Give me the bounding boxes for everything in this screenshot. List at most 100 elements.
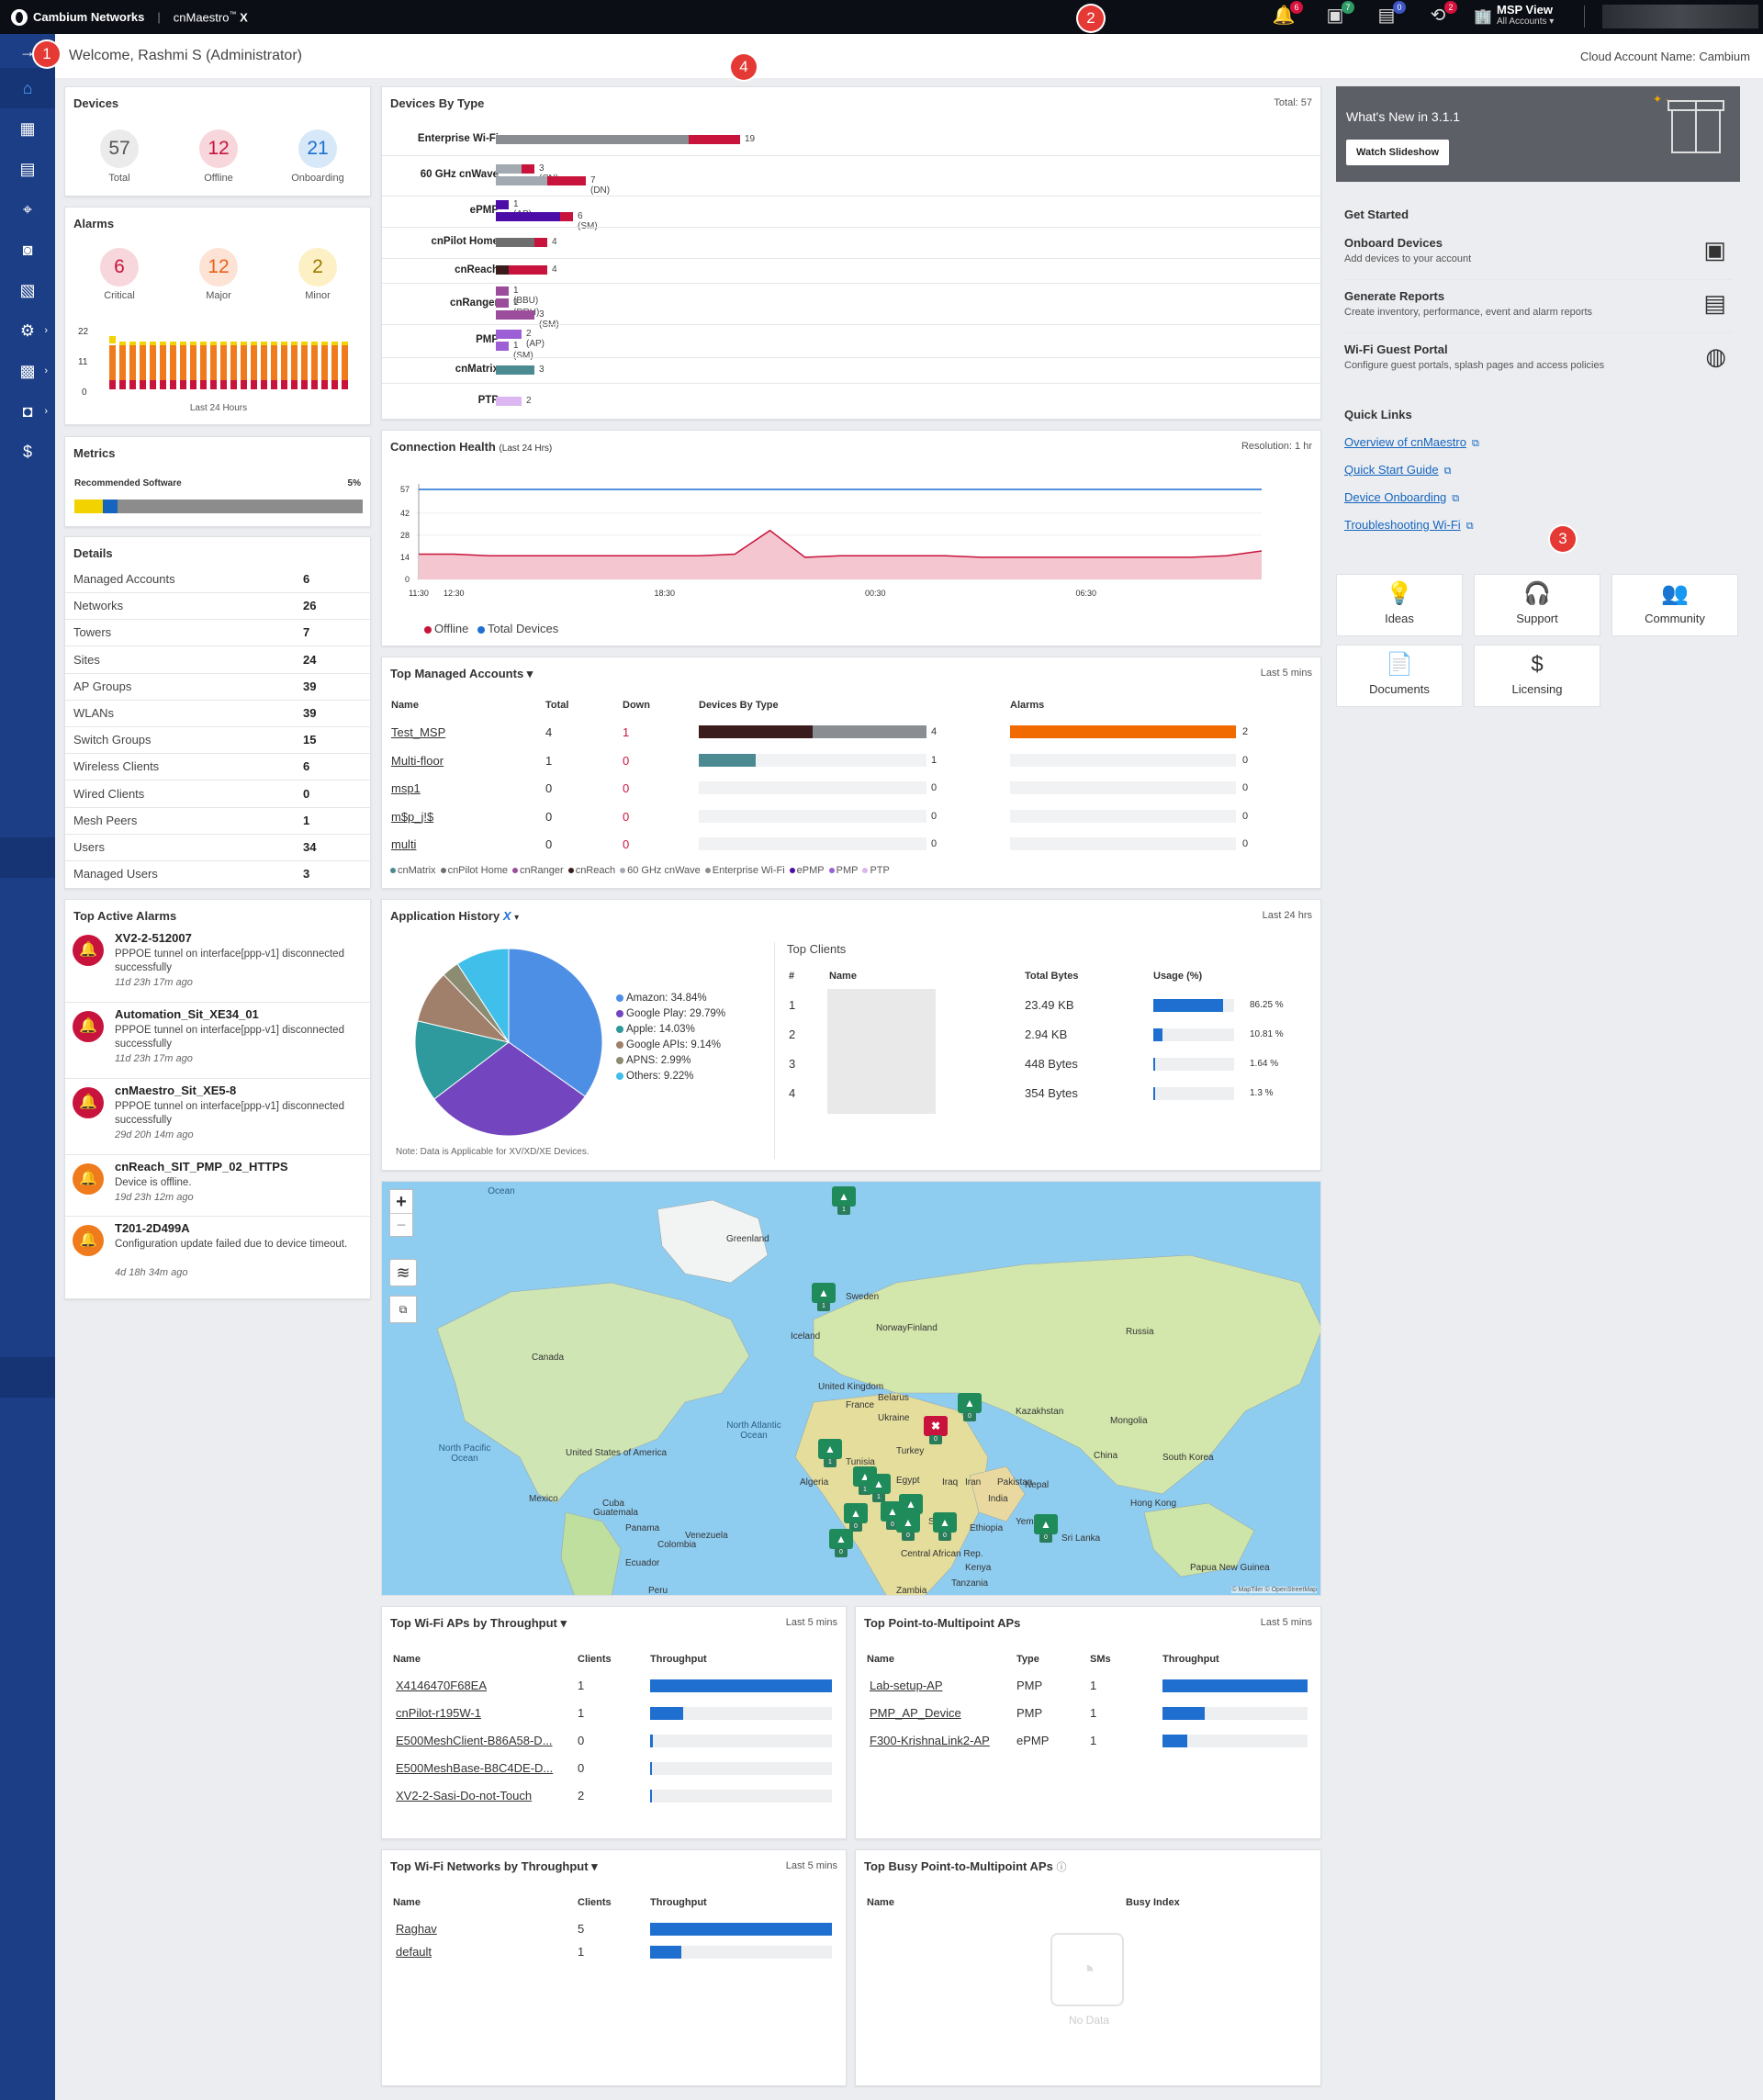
pie-legend-item[interactable]: Google Play: 29.79% xyxy=(616,1006,725,1022)
device-updates-icon[interactable]: ▣ 7 xyxy=(1323,1,1354,28)
tile-community[interactable]: 👥 Community xyxy=(1611,574,1738,636)
managed-account-link[interactable]: msp1 xyxy=(391,781,421,795)
details-row[interactable]: AP Groups 39 xyxy=(65,679,372,701)
map-device-pin[interactable]: ▲ 1 xyxy=(832,1186,856,1215)
zoom-out-button[interactable]: − xyxy=(390,1214,412,1237)
map-device-pin[interactable]: ▲0 xyxy=(896,1512,920,1541)
managed-account-link[interactable]: Test_MSP xyxy=(391,725,445,739)
details-row[interactable]: Switch Groups 15 xyxy=(65,733,372,755)
sidebar-item-licensing-icon[interactable]: $ xyxy=(0,432,55,472)
notifications-bell-icon[interactable]: 🔔 6 xyxy=(1272,1,1303,28)
devices-offline-circle[interactable]: 12 xyxy=(199,129,238,168)
alarms-critical-circle[interactable]: 6 xyxy=(100,248,139,286)
map-device-pin[interactable]: ▲ 1 xyxy=(818,1439,842,1467)
sidebar-item-monitor-icon[interactable]: ▦ xyxy=(0,108,55,149)
details-row[interactable]: Wired Clients 0 xyxy=(65,787,372,808)
devices-total-circle[interactable]: 57 xyxy=(100,129,139,168)
device-name-link[interactable]: X4146470F68EA xyxy=(396,1679,487,1692)
quick-link[interactable]: Device Onboarding ⧉ xyxy=(1344,490,1459,505)
details-row[interactable]: Towers 7 xyxy=(65,625,372,647)
managed-account-link[interactable]: m$p_j!$ xyxy=(391,810,433,824)
recommended-software-bar[interactable] xyxy=(74,500,363,513)
map-device-pin[interactable]: ▲0 xyxy=(829,1529,853,1557)
quick-link[interactable]: Overview of cnMaestro ⧉ xyxy=(1344,435,1479,450)
pie-legend-item[interactable]: Amazon: 34.84% xyxy=(616,991,725,1006)
quick-link-text[interactable]: Quick Start Guide xyxy=(1344,463,1439,477)
quick-link[interactable]: Quick Start Guide ⧉ xyxy=(1344,463,1451,477)
sidebar-item-inventory-icon[interactable]: ▤ xyxy=(0,149,55,189)
device-name-link[interactable]: E500MeshBase-B8C4DE-D... xyxy=(396,1761,553,1775)
sidebar-item-home-icon[interactable]: ⌂ xyxy=(0,68,55,108)
managed-account-link[interactable]: Multi-floor xyxy=(391,754,444,768)
top-managed-accounts-dropdown[interactable]: Top Managed Accounts ▾ xyxy=(390,667,533,681)
zoom-in-button[interactable]: + xyxy=(390,1190,412,1214)
msp-view-selector[interactable]: MSP View All Accounts ▾ xyxy=(1497,4,1554,28)
tile-ideas[interactable]: 💡 Ideas xyxy=(1336,574,1463,636)
brand[interactable]: Cambium Networks | cnMaestro™ X xyxy=(0,8,248,26)
details-row[interactable]: Wireless Clients 6 xyxy=(65,759,372,781)
get-started-item[interactable]: Onboard Devices Add devices to your accou… xyxy=(1336,234,1740,282)
map-device-pin[interactable]: ▲0 xyxy=(958,1393,982,1421)
details-row[interactable]: Managed Accounts 6 xyxy=(65,572,372,593)
app-history-dropdown-chevron-icon[interactable]: ▾ xyxy=(514,913,519,923)
details-row[interactable]: WLANs 39 xyxy=(65,706,372,727)
pie-legend-item[interactable]: Others: 9.22% xyxy=(616,1069,725,1084)
sidebar-item-reports-icon[interactable]: ▧ xyxy=(0,270,55,310)
legend-item[interactable]: cnMatrix xyxy=(390,865,436,876)
x-logo-icon[interactable]: X xyxy=(503,909,511,923)
device-name-link[interactable]: XV2-2-Sasi-Do-not-Touch xyxy=(396,1789,532,1802)
watch-slideshow-button[interactable]: Watch Slideshow xyxy=(1346,140,1450,165)
alarms-minor-circle[interactable]: 2 xyxy=(298,248,337,286)
sidebar-item-location-icon[interactable]: ⌖ xyxy=(0,189,55,230)
sidebar-item-services-icon[interactable]: ◘ › xyxy=(0,391,55,432)
device-map[interactable]: + − ≋ ⧉ Greenland Iceland Norway Finland Swe… xyxy=(381,1181,1321,1596)
legend-item[interactable]: Enterprise Wi-Fi xyxy=(704,865,785,876)
device-name-link[interactable]: F300-KrishnaLink2-AP xyxy=(870,1734,990,1747)
jobs-console-icon[interactable]: ▤ 0 xyxy=(1375,1,1406,28)
details-row[interactable]: Mesh Peers 1 xyxy=(65,814,372,835)
alarms-major-circle[interactable]: 12 xyxy=(199,248,238,286)
legend-item[interactable]: cnRanger xyxy=(511,865,564,876)
get-started-item[interactable]: Generate Reports Create inventory, perfor… xyxy=(1336,287,1740,335)
user-menu-blurred[interactable] xyxy=(1602,5,1758,28)
map-expand-icon[interactable]: ⧉ xyxy=(389,1296,417,1323)
legend-item[interactable]: PMP xyxy=(828,865,858,876)
top-wifi-aps-dropdown[interactable]: Top Wi-Fi APs by Throughput ▾ xyxy=(390,1616,567,1631)
tools-icon[interactable]: ⟲ 2 xyxy=(1426,1,1457,28)
sidebar-item-settings-gear-icon[interactable]: ⚙ › xyxy=(0,310,55,351)
wifi-network-link[interactable]: default xyxy=(396,1945,432,1959)
legend-item[interactable]: PTP xyxy=(862,865,890,876)
info-icon[interactable]: ⓘ xyxy=(1056,1862,1066,1873)
quick-link-text[interactable]: Overview of cnMaestro xyxy=(1344,435,1466,449)
top-wifi-networks-dropdown[interactable]: Top Wi-Fi Networks by Throughput ▾ xyxy=(390,1859,598,1874)
map-device-pin[interactable]: ▲ 1 xyxy=(812,1283,836,1311)
map-device-pin[interactable]: ▲0 xyxy=(1034,1514,1058,1543)
map-layers-icon[interactable]: ≋ xyxy=(389,1259,417,1286)
quick-link[interactable]: Troubleshooting Wi-Fi ⧉ xyxy=(1344,518,1474,533)
map-device-pin[interactable]: ▲0 xyxy=(844,1503,868,1532)
sidebar-item-apps-icon[interactable]: ▩ › xyxy=(0,351,55,391)
tile-support[interactable]: 🎧 Support xyxy=(1474,574,1600,636)
details-row[interactable]: Users 34 xyxy=(65,840,372,861)
map-device-pin[interactable]: ▲ 1 xyxy=(867,1474,891,1502)
legend-item[interactable]: cnReach xyxy=(567,865,615,876)
quick-link-text[interactable]: Device Onboarding xyxy=(1344,490,1446,504)
device-name-link[interactable]: cnPilot-r195W-1 xyxy=(396,1706,481,1720)
map-device-pin[interactable]: ▲0 xyxy=(933,1512,957,1541)
details-row[interactable]: Sites 24 xyxy=(65,653,372,674)
legend-item[interactable]: 60 GHz cnWave xyxy=(620,865,701,876)
get-started-item[interactable]: Wi-Fi Guest Portal Configure guest portal… xyxy=(1336,341,1740,388)
wifi-network-link[interactable]: Raghav xyxy=(396,1922,437,1936)
devices-onboarding-circle[interactable]: 21 xyxy=(298,129,337,168)
details-row[interactable]: Networks 26 xyxy=(65,599,372,621)
device-name-link[interactable]: E500MeshClient-B86A58-D... xyxy=(396,1734,553,1747)
tile-documents[interactable]: 📄 Documents xyxy=(1336,645,1463,707)
device-name-link[interactable]: Lab-setup-AP xyxy=(870,1679,943,1692)
pie-legend-item[interactable]: Apple: 14.03% xyxy=(616,1022,725,1038)
tile-licensing[interactable]: $ Licensing xyxy=(1474,645,1600,707)
legend-item[interactable]: cnPilot Home xyxy=(440,865,508,876)
device-name-link[interactable]: PMP_AP_Device xyxy=(870,1706,961,1720)
managed-account-link[interactable]: multi xyxy=(391,837,416,851)
pie-legend-item[interactable]: Google APIs: 9.14% xyxy=(616,1038,725,1053)
quick-link-text[interactable]: Troubleshooting Wi-Fi xyxy=(1344,518,1461,532)
